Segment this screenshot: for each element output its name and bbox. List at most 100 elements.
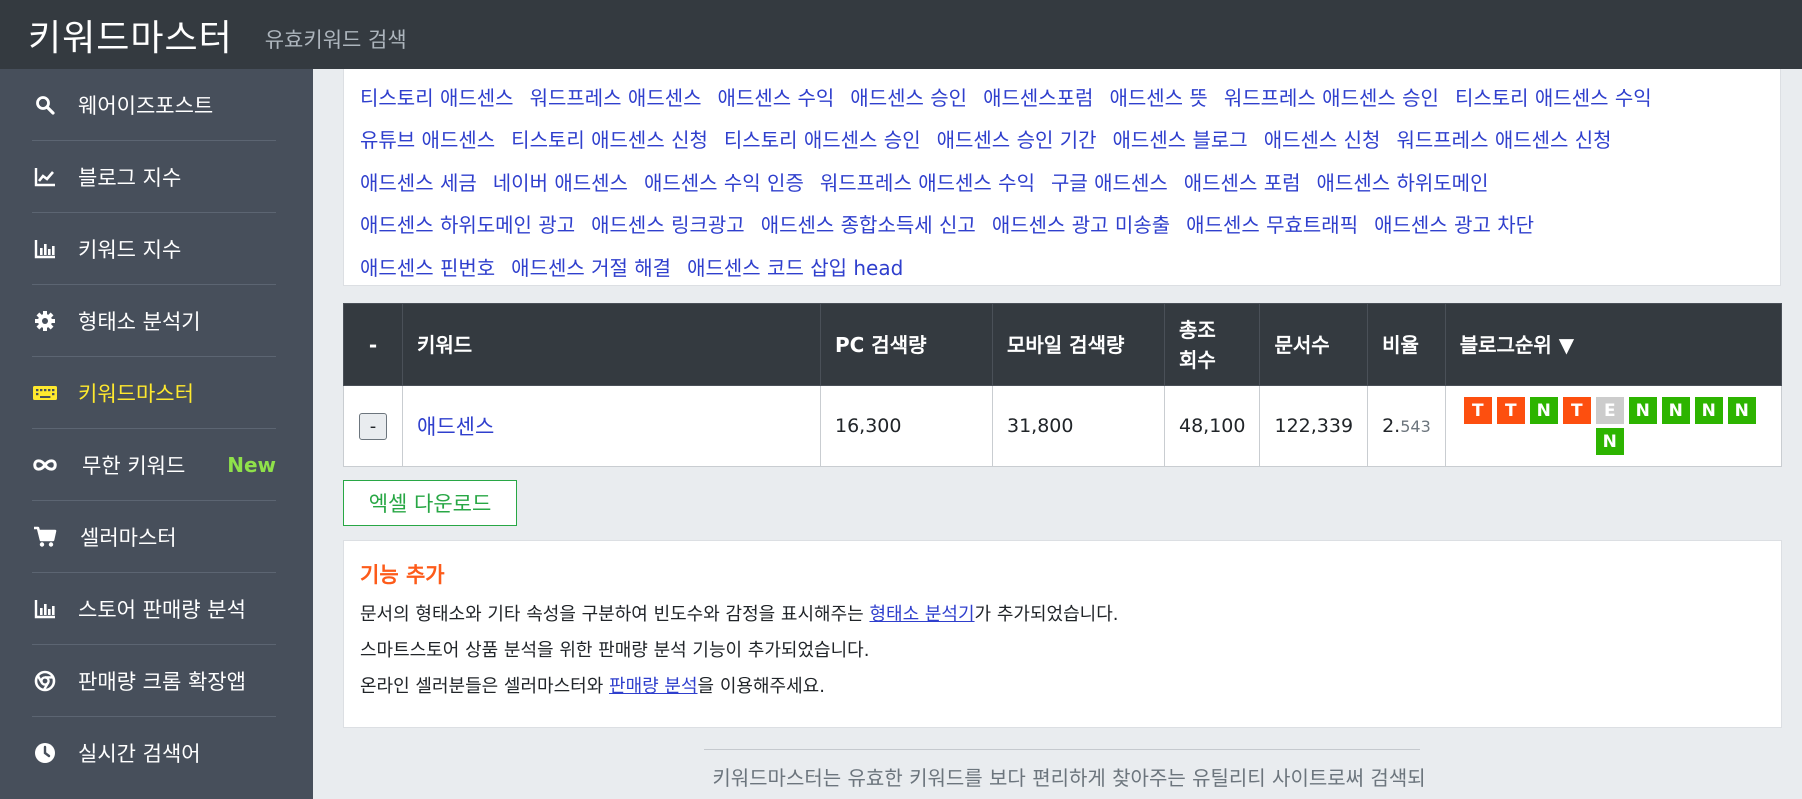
column-header-pc-volume[interactable]: PC 검색량	[820, 303, 993, 386]
keyword-cell: 애드센스	[402, 385, 821, 467]
related-keyword-link[interactable]: 애드센스 승인	[850, 82, 967, 111]
sidebar-item-sellermaster[interactable]: 셀러마스터	[0, 501, 313, 573]
doc-count-cell: 122,339	[1259, 385, 1369, 467]
blog-rank-badge[interactable]: N	[1727, 397, 1756, 424]
related-keyword-link[interactable]: 애드센스 종합소득세 신고	[761, 209, 976, 238]
sidebar-item-keywordmaster[interactable]: 키워드마스터	[0, 357, 313, 429]
related-keyword-link[interactable]: 워드프레스 애드센스 신청	[1396, 124, 1611, 153]
related-keyword-link[interactable]: 애드센스 세금	[360, 167, 477, 196]
search-icon	[32, 92, 58, 118]
related-keyword-link[interactable]: 애드센스 하위도메인	[1317, 167, 1489, 196]
mobile-volume-cell: 31,800	[992, 385, 1165, 467]
related-keyword-link[interactable]: 애드센스 핀번호	[360, 252, 495, 281]
sidebar-item-morpheme-analyzer[interactable]: 형태소 분석기	[0, 285, 313, 357]
keyword-results-table: - 키워드 PC 검색량 모바일 검색량 총조 회수 문서수 비율 블로그순위 …	[343, 303, 1783, 467]
chrome-icon	[32, 668, 58, 694]
related-keyword-link[interactable]: 티스토리 애드센스	[360, 82, 514, 111]
notice-line: 문서의 형태소와 기타 속성을 구분하여 빈도수와 감정을 표시해주는 형태소 …	[360, 597, 1781, 633]
morpheme-analyzer-link[interactable]: 형태소 분석기	[869, 604, 974, 625]
notice-text: 을 이용해주세요.	[697, 676, 825, 697]
blog-rank-badge[interactable]: T	[1562, 397, 1591, 424]
related-keyword-link[interactable]: 구글 애드센스	[1051, 167, 1168, 196]
related-keyword-link[interactable]: 애드센스 하위도메인 광고	[360, 209, 575, 238]
column-header-keyword[interactable]: 키워드	[402, 303, 821, 386]
related-keywords-row: 유튜브 애드센스 티스토리 애드센스 신청 티스토리 애드센스 승인 애드센스 …	[360, 118, 1780, 161]
excel-download-button[interactable]: 엑셀 다운로드	[343, 480, 517, 526]
blog-rank-badge[interactable]: T	[1496, 397, 1525, 424]
column-header-blog-rank[interactable]: 블로그순위 ▼	[1444, 303, 1783, 386]
bar-chart-icon	[32, 236, 58, 262]
blog-rank-cell: TTNTENNNNN	[1444, 385, 1783, 467]
sidebar-item-infinite-keyword[interactable]: 무한 키워드 New	[0, 429, 313, 501]
related-keyword-link[interactable]: 애드센스 수익	[718, 82, 835, 111]
blog-rank-badge[interactable]: E	[1595, 397, 1624, 424]
column-header-total-volume[interactable]: 총조 회수	[1163, 303, 1261, 386]
total-header-line2: 회수	[1179, 347, 1216, 372]
sidebar-item-whereispost[interactable]: 웨어이즈포스트	[0, 69, 313, 141]
sales-analysis-link[interactable]: 판매량 분석	[609, 676, 698, 697]
related-keyword-link[interactable]: 애드센스 신청	[1264, 124, 1381, 153]
blog-rank-badge[interactable]: N	[1595, 428, 1624, 455]
blog-rank-badge[interactable]: T	[1463, 397, 1492, 424]
keyword-link[interactable]: 애드센스	[417, 415, 494, 439]
related-keyword-link[interactable]: 애드센스 뜻	[1109, 82, 1207, 111]
total-header-line1: 총조	[1179, 317, 1216, 342]
related-keyword-link[interactable]: 애드센스 링크광고	[591, 209, 745, 238]
column-header-doc-count[interactable]: 문서수	[1259, 303, 1369, 386]
remove-row-button[interactable]: -	[359, 412, 387, 440]
pc-volume-cell: 16,300	[820, 385, 993, 467]
related-keyword-link[interactable]: 애드센스 무효트래픽	[1186, 209, 1358, 238]
related-keywords-row: 애드센스 세금 네이버 애드센스 애드센스 수익 인증 워드프레스 애드센스 수…	[360, 160, 1780, 203]
column-header-ratio[interactable]: 비율	[1367, 303, 1446, 386]
related-keyword-link[interactable]: 애드센스 승인 기간	[937, 124, 1097, 153]
related-keyword-link[interactable]: 티스토리 애드센스 신청	[511, 124, 708, 153]
blog-rank-badge[interactable]: N	[1694, 397, 1723, 424]
sidebar-item-store-sales[interactable]: 스토어 판매량 분석	[0, 573, 313, 645]
related-keywords-row: 티스토리 애드센스 워드프레스 애드센스 애드센스 수익 애드센스 승인 애드센…	[360, 75, 1780, 118]
sidebar-item-label: 키워드 지수	[78, 238, 182, 262]
sidebar-item-label: 블로그 지수	[78, 166, 182, 190]
infinity-icon	[32, 452, 58, 478]
keyboard-icon	[32, 380, 58, 406]
sidebar-item-blog-index[interactable]: 블로그 지수	[0, 141, 313, 213]
brand-title[interactable]: 키워드마스터	[28, 9, 233, 61]
sidebar-item-label: 키워드마스터	[78, 382, 194, 406]
table-row: - 애드센스 16,300 31,800 48,100 122,339 2.54…	[343, 385, 1783, 467]
sidebar-item-label: 스토어 판매량 분석	[78, 598, 246, 622]
sidebar-item-keyword-index[interactable]: 키워드 지수	[0, 213, 313, 285]
related-keyword-link[interactable]: 애드센스 광고 미송출	[992, 209, 1170, 238]
related-keyword-link[interactable]: 애드센스 광고 차단	[1374, 209, 1534, 238]
table-header-row: - 키워드 PC 검색량 모바일 검색량 총조 회수 문서수 비율 블로그순위 …	[343, 303, 1783, 386]
related-keyword-link[interactable]: 애드센스 수익 인증	[644, 167, 804, 196]
blog-rank-badge[interactable]: N	[1529, 397, 1558, 424]
related-keyword-link[interactable]: 티스토리 애드센스 수익	[1455, 82, 1652, 111]
sidebar: 웨어이즈포스트 블로그 지수 키워드 지수 형태소 분석기 키워드마스터 무한	[0, 69, 313, 799]
column-header-mobile-volume[interactable]: 모바일 검색량	[992, 303, 1165, 386]
related-keyword-link[interactable]: 네이버 애드센스	[493, 167, 628, 196]
sidebar-item-label: 셀러마스터	[80, 526, 177, 550]
sidebar-item-label: 무한 키워드	[82, 454, 186, 478]
blog-rank-badge[interactable]: N	[1661, 397, 1690, 424]
new-badge: New	[227, 453, 276, 477]
related-keyword-link[interactable]: 애드센스 블로그	[1113, 124, 1248, 153]
sidebar-item-realtime-search[interactable]: 실시간 검색어	[0, 717, 313, 789]
brand-subtitle: 유효키워드 검색	[264, 27, 407, 52]
notice-text: 온라인 셀러분들은 셀러마스터와	[360, 676, 610, 697]
related-keyword-link[interactable]: 워드프레스 애드센스 수익	[820, 167, 1035, 196]
related-keyword-link[interactable]: 애드센스 코드 삽입 head	[687, 252, 903, 281]
related-keyword-link[interactable]: 애드센스 거절 해결	[511, 252, 671, 281]
related-keyword-link[interactable]: 워드프레스 애드센스 승인	[1224, 82, 1439, 111]
notice-title: 기능 추가	[360, 563, 445, 587]
line-chart-icon	[32, 164, 58, 190]
related-keyword-link[interactable]: 애드센스포럼	[983, 82, 1093, 111]
top-navbar: 키워드마스터 유효키워드 검색	[0, 0, 1802, 69]
related-keyword-link[interactable]: 애드센스 포럼	[1184, 167, 1301, 196]
ratio-integer: 2.	[1382, 415, 1401, 437]
sidebar-item-chrome-extension[interactable]: 판매량 크롬 확장앱	[0, 645, 313, 717]
footer-text: 키워드마스터는 유효한 키워드를 보다 편리하게 찾아주는 유틸리티 사이트로써…	[712, 766, 1426, 799]
related-keyword-link[interactable]: 유튜브 애드센스	[360, 124, 495, 153]
related-keyword-link[interactable]: 워드프레스 애드센스	[530, 82, 702, 111]
notice-line: 온라인 셀러분들은 셀러마스터와 판매량 분석을 이용해주세요.	[360, 669, 1781, 705]
blog-rank-badge[interactable]: N	[1628, 397, 1657, 424]
related-keyword-link[interactable]: 티스토리 애드센스 승인	[724, 124, 921, 153]
